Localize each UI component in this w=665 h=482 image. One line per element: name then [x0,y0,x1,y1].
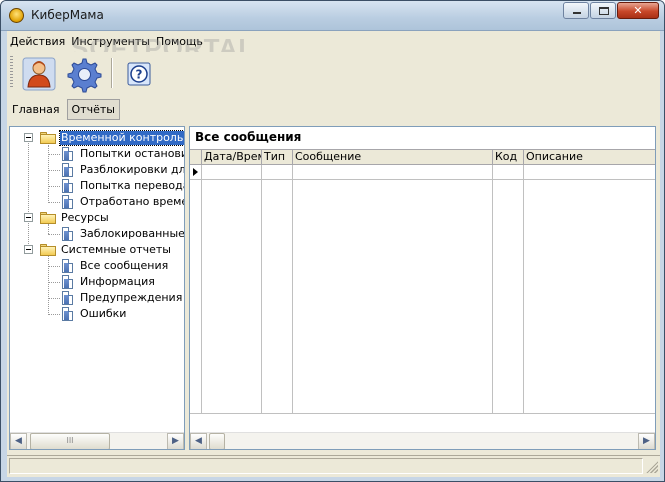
menu-actions[interactable]: Действия [7,31,68,51]
tree-group-resources[interactable]: Ресурсы [10,210,184,226]
report-icon [62,147,73,161]
tree-item[interactable]: Предупреждения [10,290,184,306]
gear-icon [67,58,102,93]
report-icon [62,179,73,193]
tab-reports[interactable]: Отчёты [66,99,120,120]
grid-header: Дата/Время Тип Сообщение Код Описание [190,149,655,165]
column-header-type[interactable]: Тип [262,150,293,165]
help-icon: ? [127,62,151,86]
tree-group-system-reports[interactable]: Системные отчеты [10,242,184,258]
status-bar [7,455,660,475]
folder-open-icon [40,212,56,224]
help-button[interactable]: ? [119,54,159,94]
toolbar: ? [7,52,660,96]
grid-column-divider [493,165,524,413]
svg-text:?: ? [136,68,143,82]
report-icon [62,291,73,305]
folder-open-icon [40,132,56,144]
column-header-description[interactable]: Описание [524,150,655,165]
minimize-icon [573,12,581,14]
close-icon: ✕ [633,4,643,17]
collapse-icon[interactable] [24,245,33,254]
report-icon [62,307,73,321]
grid-title: Все сообщения [195,130,302,144]
grid-row-divider [190,179,655,180]
tree-horizontal-scrollbar[interactable]: ◀ III ▶ [10,432,184,449]
user-icon [22,57,56,91]
grid-column-divider [190,165,202,413]
reports-tree: Временной контроль Попытки остановить Ра… [9,126,185,450]
tree-item[interactable]: Разблокировки для [10,162,185,178]
tree-item-label: Ошибки [80,307,127,320]
column-header-message[interactable]: Сообщение [293,150,493,165]
tree-item-label: Информация [80,275,155,288]
tree-item-label: Попытка перевода в [80,179,185,192]
menu-tools[interactable]: Инструменты [68,31,153,51]
tree-item-label: Заблокированные п [80,227,185,240]
toolbar-separator [111,58,113,88]
toolbar-grip[interactable] [10,56,13,88]
grid-column-divider [293,165,493,413]
scroll-left-icon[interactable]: ◀ [10,433,27,449]
tree-group-label: Ресурсы [61,211,109,224]
messages-grid: Все сообщения Дата/Время Тип Сообщение К… [189,126,656,450]
scroll-right-icon[interactable]: ▶ [638,433,655,449]
title-bar[interactable]: КиберМама ✕ [1,1,664,31]
column-header-code[interactable]: Код [493,150,524,165]
tree-item-label: Отработано времен [80,195,185,208]
grid-footer-line [190,413,655,414]
maximize-button[interactable] [590,2,616,19]
tree-item-label: Попытки остановить [80,147,184,160]
tree-item[interactable]: Информация [10,274,184,290]
tree-group-label: Временной контроль [58,130,184,146]
report-icon [62,227,73,241]
clock-icon [9,8,24,23]
grid-horizontal-scrollbar[interactable]: ◀ ▶ [190,432,655,449]
grid-column-divider [202,165,262,413]
minimize-button[interactable] [563,2,589,19]
tree-item-label: Разблокировки для [80,163,185,176]
tree-item[interactable]: Все сообщения [10,258,184,274]
window-controls: ✕ [562,2,659,19]
collapse-icon[interactable] [24,133,33,142]
collapse-icon[interactable] [24,213,33,222]
close-button[interactable]: ✕ [617,2,659,19]
scrollbar-thumb[interactable] [209,433,225,449]
maximize-icon [599,7,609,15]
report-icon [62,195,73,209]
tree-item[interactable]: Попытки остановить [10,146,184,162]
status-text [9,458,643,474]
scrollbar-thumb[interactable]: III [30,433,110,449]
tree-group-time-control[interactable]: Временной контроль [10,130,184,146]
column-header-datetime[interactable]: Дата/Время [202,150,262,165]
tree-item[interactable]: Попытка перевода в [10,178,185,194]
menu-help[interactable]: Помощь [153,31,206,51]
resize-grip-icon[interactable] [646,461,658,473]
scroll-left-icon[interactable]: ◀ [190,433,207,449]
tree-item-label: Предупреждения [80,291,183,304]
tree-item[interactable]: Отработано времен [10,194,185,210]
report-icon [62,163,73,177]
current-row-arrow-icon [193,168,198,176]
window-title: КиберМама [31,8,104,22]
grid-column-divider [262,165,293,413]
tree-item-label: Все сообщения [80,259,169,272]
settings-button[interactable] [63,54,103,94]
menu-bar: Действия Инструменты Помощь [7,31,660,51]
users-button[interactable] [19,54,59,94]
tree-item[interactable]: Заблокированные п [10,226,185,242]
folder-open-icon [40,244,56,256]
scroll-right-icon[interactable]: ▶ [167,433,184,449]
report-icon [62,259,73,273]
client-area: Действия Инструменты Помощь SOFTPORTAL w… [7,31,660,477]
app-window: КиберМама ✕ Действия Инструменты Помощь … [0,0,665,482]
report-icon [62,275,73,289]
grid-body[interactable] [190,165,655,414]
tree-item[interactable]: Ошибки [10,306,184,322]
view-tabs: Главная Отчёты [7,99,660,121]
row-indicator-header [190,150,202,165]
tab-home[interactable]: Главная [7,99,65,120]
tree-group-label: Системные отчеты [61,243,171,256]
